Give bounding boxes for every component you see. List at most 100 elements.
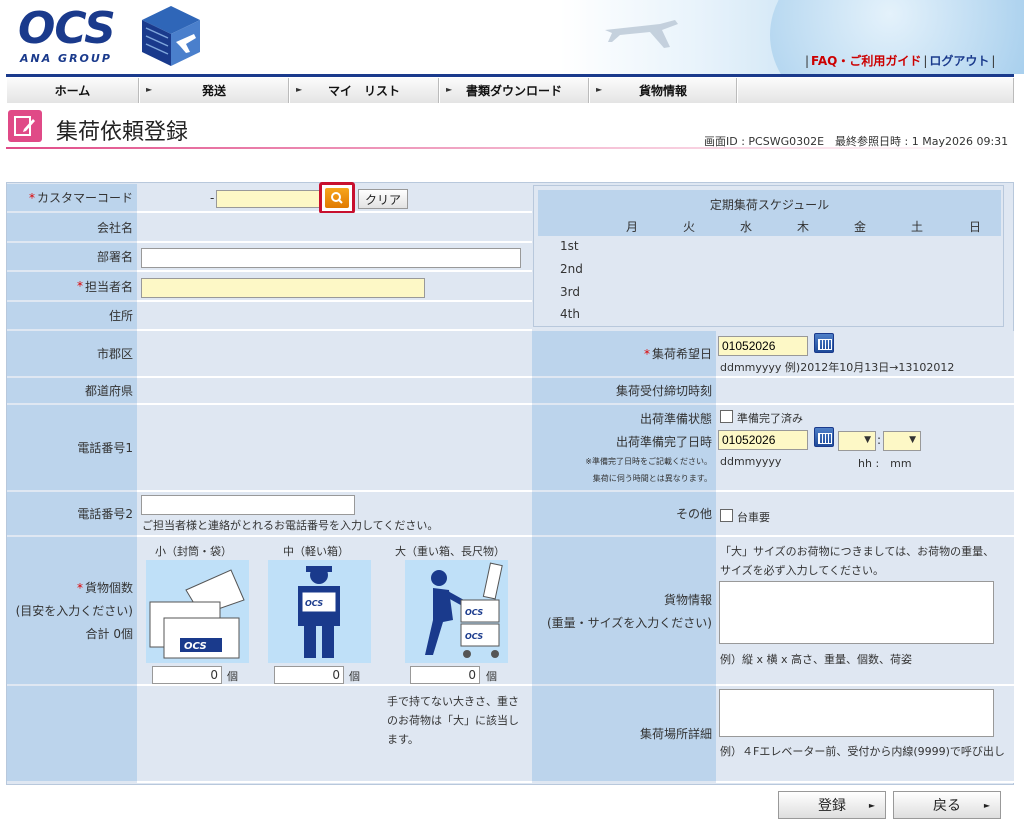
week-2nd: 2nd bbox=[560, 262, 583, 276]
page-title: 集荷依頼登録 bbox=[56, 120, 189, 145]
phone2-input[interactable] bbox=[141, 495, 355, 515]
caret-right-icon: ► bbox=[146, 85, 153, 94]
small-qty-input[interactable]: 0 bbox=[152, 666, 222, 684]
search-icon bbox=[331, 192, 343, 204]
nav-my-list[interactable]: ► マイ リスト bbox=[289, 78, 439, 103]
edit-icon bbox=[8, 110, 42, 142]
pickup-place-textarea[interactable] bbox=[719, 689, 994, 737]
address-cell bbox=[137, 302, 532, 331]
small-size-label: 小（封筒・袋） bbox=[155, 545, 232, 558]
ocs-logo[interactable]: OCS bbox=[18, 6, 116, 52]
pieces-total: 合計 0個 bbox=[85, 627, 133, 641]
svg-text:OCS: OCS bbox=[305, 599, 323, 608]
prep-note2: 集荷に伺う時間とは異なります。 bbox=[592, 474, 712, 483]
truck-label: 台車要 bbox=[737, 511, 770, 524]
day-thu: 木 bbox=[797, 220, 810, 234]
contact-input[interactable] bbox=[141, 278, 425, 298]
large-note: 手で持てない大きさ、重さのお荷物は「大」に該当します。 bbox=[387, 695, 519, 746]
day-fri: 金 bbox=[854, 220, 867, 234]
prep-status-label: 出荷準備状態 bbox=[639, 412, 712, 426]
cargo-info-title: 貨物情報 bbox=[663, 592, 712, 607]
title-rule bbox=[6, 147, 1014, 149]
nav-home-label: ホーム bbox=[54, 84, 91, 98]
city-label: 市郡区 bbox=[7, 331, 137, 378]
small-unit: 個 bbox=[227, 670, 238, 683]
department-label: 部署名 bbox=[7, 243, 137, 272]
logout-link[interactable]: ログアウト bbox=[929, 54, 989, 68]
schedule-title: 定期集荷スケジュール bbox=[709, 198, 830, 212]
hour-select[interactable] bbox=[838, 431, 876, 451]
envelope-icon: OCS bbox=[146, 560, 249, 663]
airplane-graphic bbox=[605, 20, 678, 48]
clear-button[interactable]: クリア bbox=[358, 189, 408, 209]
phone1-cell bbox=[137, 405, 532, 492]
company-label: 会社名 bbox=[7, 213, 137, 243]
caret-right-icon: ► bbox=[296, 85, 303, 94]
nav-cargo-info-label: 貨物情報 bbox=[638, 84, 687, 98]
cargo-info-note: (重量・サイズを入力ください) bbox=[546, 615, 712, 630]
department-input[interactable] bbox=[141, 248, 521, 268]
day-sat: 土 bbox=[911, 220, 924, 234]
other-label: その他 bbox=[532, 492, 716, 537]
nav-my-list-label: マイ リスト bbox=[327, 84, 400, 98]
nav-cargo-info[interactable]: ► 貨物情報 bbox=[589, 78, 737, 103]
cargo-info-textarea[interactable] bbox=[719, 581, 994, 644]
svg-text:OCS: OCS bbox=[465, 608, 483, 617]
cargo-info-label: 貨物情報 (重量・サイズを入力ください) bbox=[532, 537, 716, 686]
pickup-date-input[interactable] bbox=[718, 336, 808, 356]
prep-time-label: 出荷準備完了日時 bbox=[615, 435, 712, 449]
medium-qty-input[interactable]: 0 bbox=[274, 666, 344, 684]
caret-right-icon: ► bbox=[983, 801, 990, 810]
schedule-header: 定期集荷スケジュール 月 火 水 木 金 土 日 bbox=[538, 190, 1001, 236]
prep-done-checkbox[interactable] bbox=[720, 410, 733, 423]
cargo-info-example: 例）縦 x 横 x 高さ、重量、個数、荷姿 bbox=[720, 653, 913, 666]
nav-document-download[interactable]: ► 書類ダウンロード bbox=[439, 78, 589, 103]
pickup-schedule: 定期集荷スケジュール 月 火 水 木 金 土 日 1st 2nd 3rd 4th bbox=[533, 185, 1004, 327]
calendar-icon[interactable] bbox=[814, 427, 834, 447]
calendar-icon[interactable] bbox=[814, 333, 834, 353]
prep-date-hint: ddmmyyyy bbox=[720, 455, 782, 468]
search-button[interactable] bbox=[319, 182, 355, 214]
customer-code-prefix: - bbox=[210, 191, 215, 205]
large-qty-input[interactable]: 0 bbox=[410, 666, 480, 684]
nav-shipping[interactable]: ► 発送 bbox=[139, 78, 289, 103]
pickup-date-label: * 集荷希望日 bbox=[532, 331, 716, 378]
main-nav: ホーム ► 発送 ► マイ リスト ► 書類ダウンロード ► 貨物情報 bbox=[6, 78, 1014, 103]
faq-link[interactable]: FAQ・ご利用ガイド bbox=[811, 54, 921, 68]
cutoff-label: 集荷受付締切時刻 bbox=[532, 378, 716, 405]
nav-rule bbox=[6, 74, 1014, 77]
week-4th: 4th bbox=[560, 307, 580, 321]
prep-note1: ※準備完了日時をご記載ください。 bbox=[585, 457, 712, 466]
prefecture-cell bbox=[137, 378, 532, 405]
time-separator: : bbox=[877, 433, 882, 447]
caret-right-icon: ► bbox=[446, 85, 453, 94]
cargo-info-desc: 「大」サイズのお荷物につきましては、お荷物の重量、サイズを必ず入力してください。 bbox=[720, 545, 995, 577]
truck-checkbox[interactable] bbox=[720, 509, 733, 522]
medium-size-label: 中（軽い箱） bbox=[283, 545, 349, 558]
pieces-note: (目安を入力ください) bbox=[15, 604, 133, 618]
day-mon: 月 bbox=[626, 220, 639, 234]
prep-label: 出荷準備状態 出荷準備完了日時 ※準備完了日時をご記載ください。 集荷に伺う時間… bbox=[532, 405, 716, 492]
empty-label bbox=[7, 686, 137, 783]
address-label: 住所 bbox=[7, 302, 137, 331]
day-tue: 火 bbox=[683, 220, 696, 234]
minute-select[interactable] bbox=[883, 431, 921, 451]
nav-empty bbox=[737, 78, 1014, 103]
ana-group-logo: ANA GROUP bbox=[20, 52, 112, 65]
box-carrier-icon: OCS bbox=[268, 560, 371, 663]
svg-text:OCS: OCS bbox=[465, 632, 483, 641]
nav-home[interactable]: ホーム bbox=[6, 78, 139, 103]
day-wed: 水 bbox=[740, 220, 753, 234]
customer-code-input[interactable] bbox=[216, 190, 320, 208]
phone2-label: 電話番号2 bbox=[7, 492, 137, 537]
nav-document-download-label: 書類ダウンロード bbox=[465, 84, 562, 98]
prefecture-label: 都道府県 bbox=[7, 378, 137, 405]
caret-right-icon: ► bbox=[596, 85, 603, 94]
large-unit: 個 bbox=[486, 670, 497, 683]
register-button[interactable]: 登録 ► bbox=[778, 791, 886, 819]
company-cell bbox=[137, 213, 532, 243]
prep-date-input[interactable] bbox=[718, 430, 808, 450]
pickup-place-label: 集荷場所詳細 bbox=[532, 686, 716, 783]
back-button[interactable]: 戻る ► bbox=[893, 791, 1001, 819]
customer-code-label: * カスタマーコード bbox=[7, 184, 137, 213]
